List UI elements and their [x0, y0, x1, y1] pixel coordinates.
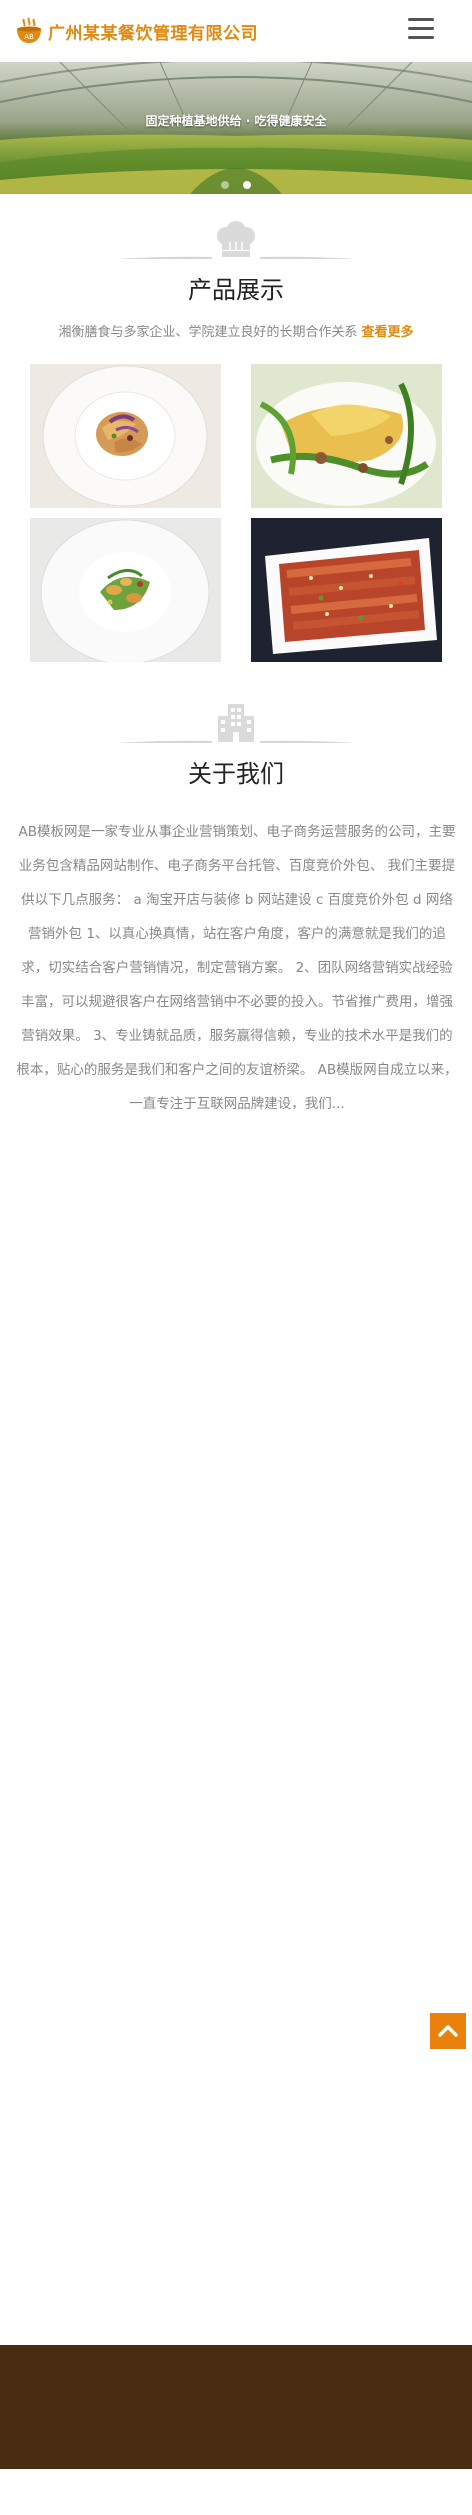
- heading-divider-left: [116, 256, 212, 259]
- carousel-dot-2[interactable]: [242, 181, 251, 189]
- product-card[interactable]: [251, 518, 442, 662]
- products-subtitle-row: 湘衡膳食与多家企业、学院建立良好的长期合作关系 查看更多: [0, 321, 472, 340]
- product-card[interactable]: [30, 364, 221, 508]
- chevron-up-icon: [438, 2025, 458, 2037]
- product-card[interactable]: [251, 364, 442, 508]
- site-footer: [0, 2345, 472, 2469]
- about-body: AB模板网是一家专业从事企业营销策划、电子商务运营服务的公司，主要业务包含精品网…: [16, 824, 458, 1112]
- chef-hat-icon: [217, 221, 255, 257]
- banner-caption: 固定种植基地供给 · 吃得健康安全: [145, 114, 327, 128]
- carousel-dot-1[interactable]: [221, 181, 230, 189]
- pasta-plate-image: [30, 364, 221, 508]
- hamburger-menu-icon[interactable]: [408, 18, 434, 40]
- menu-bar: [408, 18, 434, 21]
- sliced-meat-chili-image: [251, 518, 442, 662]
- products-title: 产品展示: [188, 276, 284, 304]
- products-subtitle: 湘衡膳食与多家企业、学院建立良好的长期合作关系: [58, 325, 358, 340]
- chef-pot-icon: AB: [14, 16, 44, 46]
- heading-divider-left: [116, 740, 212, 743]
- view-more-link[interactable]: 查看更多: [362, 325, 414, 340]
- back-to-top-button[interactable]: [430, 2013, 466, 2049]
- menu-bar: [408, 36, 434, 39]
- site-logo[interactable]: AB 广州某某餐饮管理有限公司: [14, 16, 258, 46]
- logo-text: 广州某某餐饮管理有限公司: [48, 23, 258, 44]
- menu-bar: [408, 27, 434, 30]
- building-icon: [218, 704, 254, 742]
- heading-divider-right: [260, 256, 356, 259]
- products-section-heading: 产品展示: [0, 216, 472, 305]
- about-section-heading: 关于我们: [0, 700, 472, 789]
- heading-divider-right: [260, 740, 356, 743]
- carousel-dots: [0, 174, 472, 193]
- hero-banner[interactable]: 固定种植基地供给 · 吃得健康安全: [0, 62, 472, 194]
- svg-text:AB: AB: [24, 33, 34, 41]
- site-header: AB 广州某某餐饮管理有限公司: [0, 0, 472, 62]
- salad-plate-image: [30, 518, 221, 662]
- dumpling-greens-image: [251, 364, 442, 508]
- about-title: 关于我们: [188, 760, 284, 788]
- product-card[interactable]: [30, 518, 221, 662]
